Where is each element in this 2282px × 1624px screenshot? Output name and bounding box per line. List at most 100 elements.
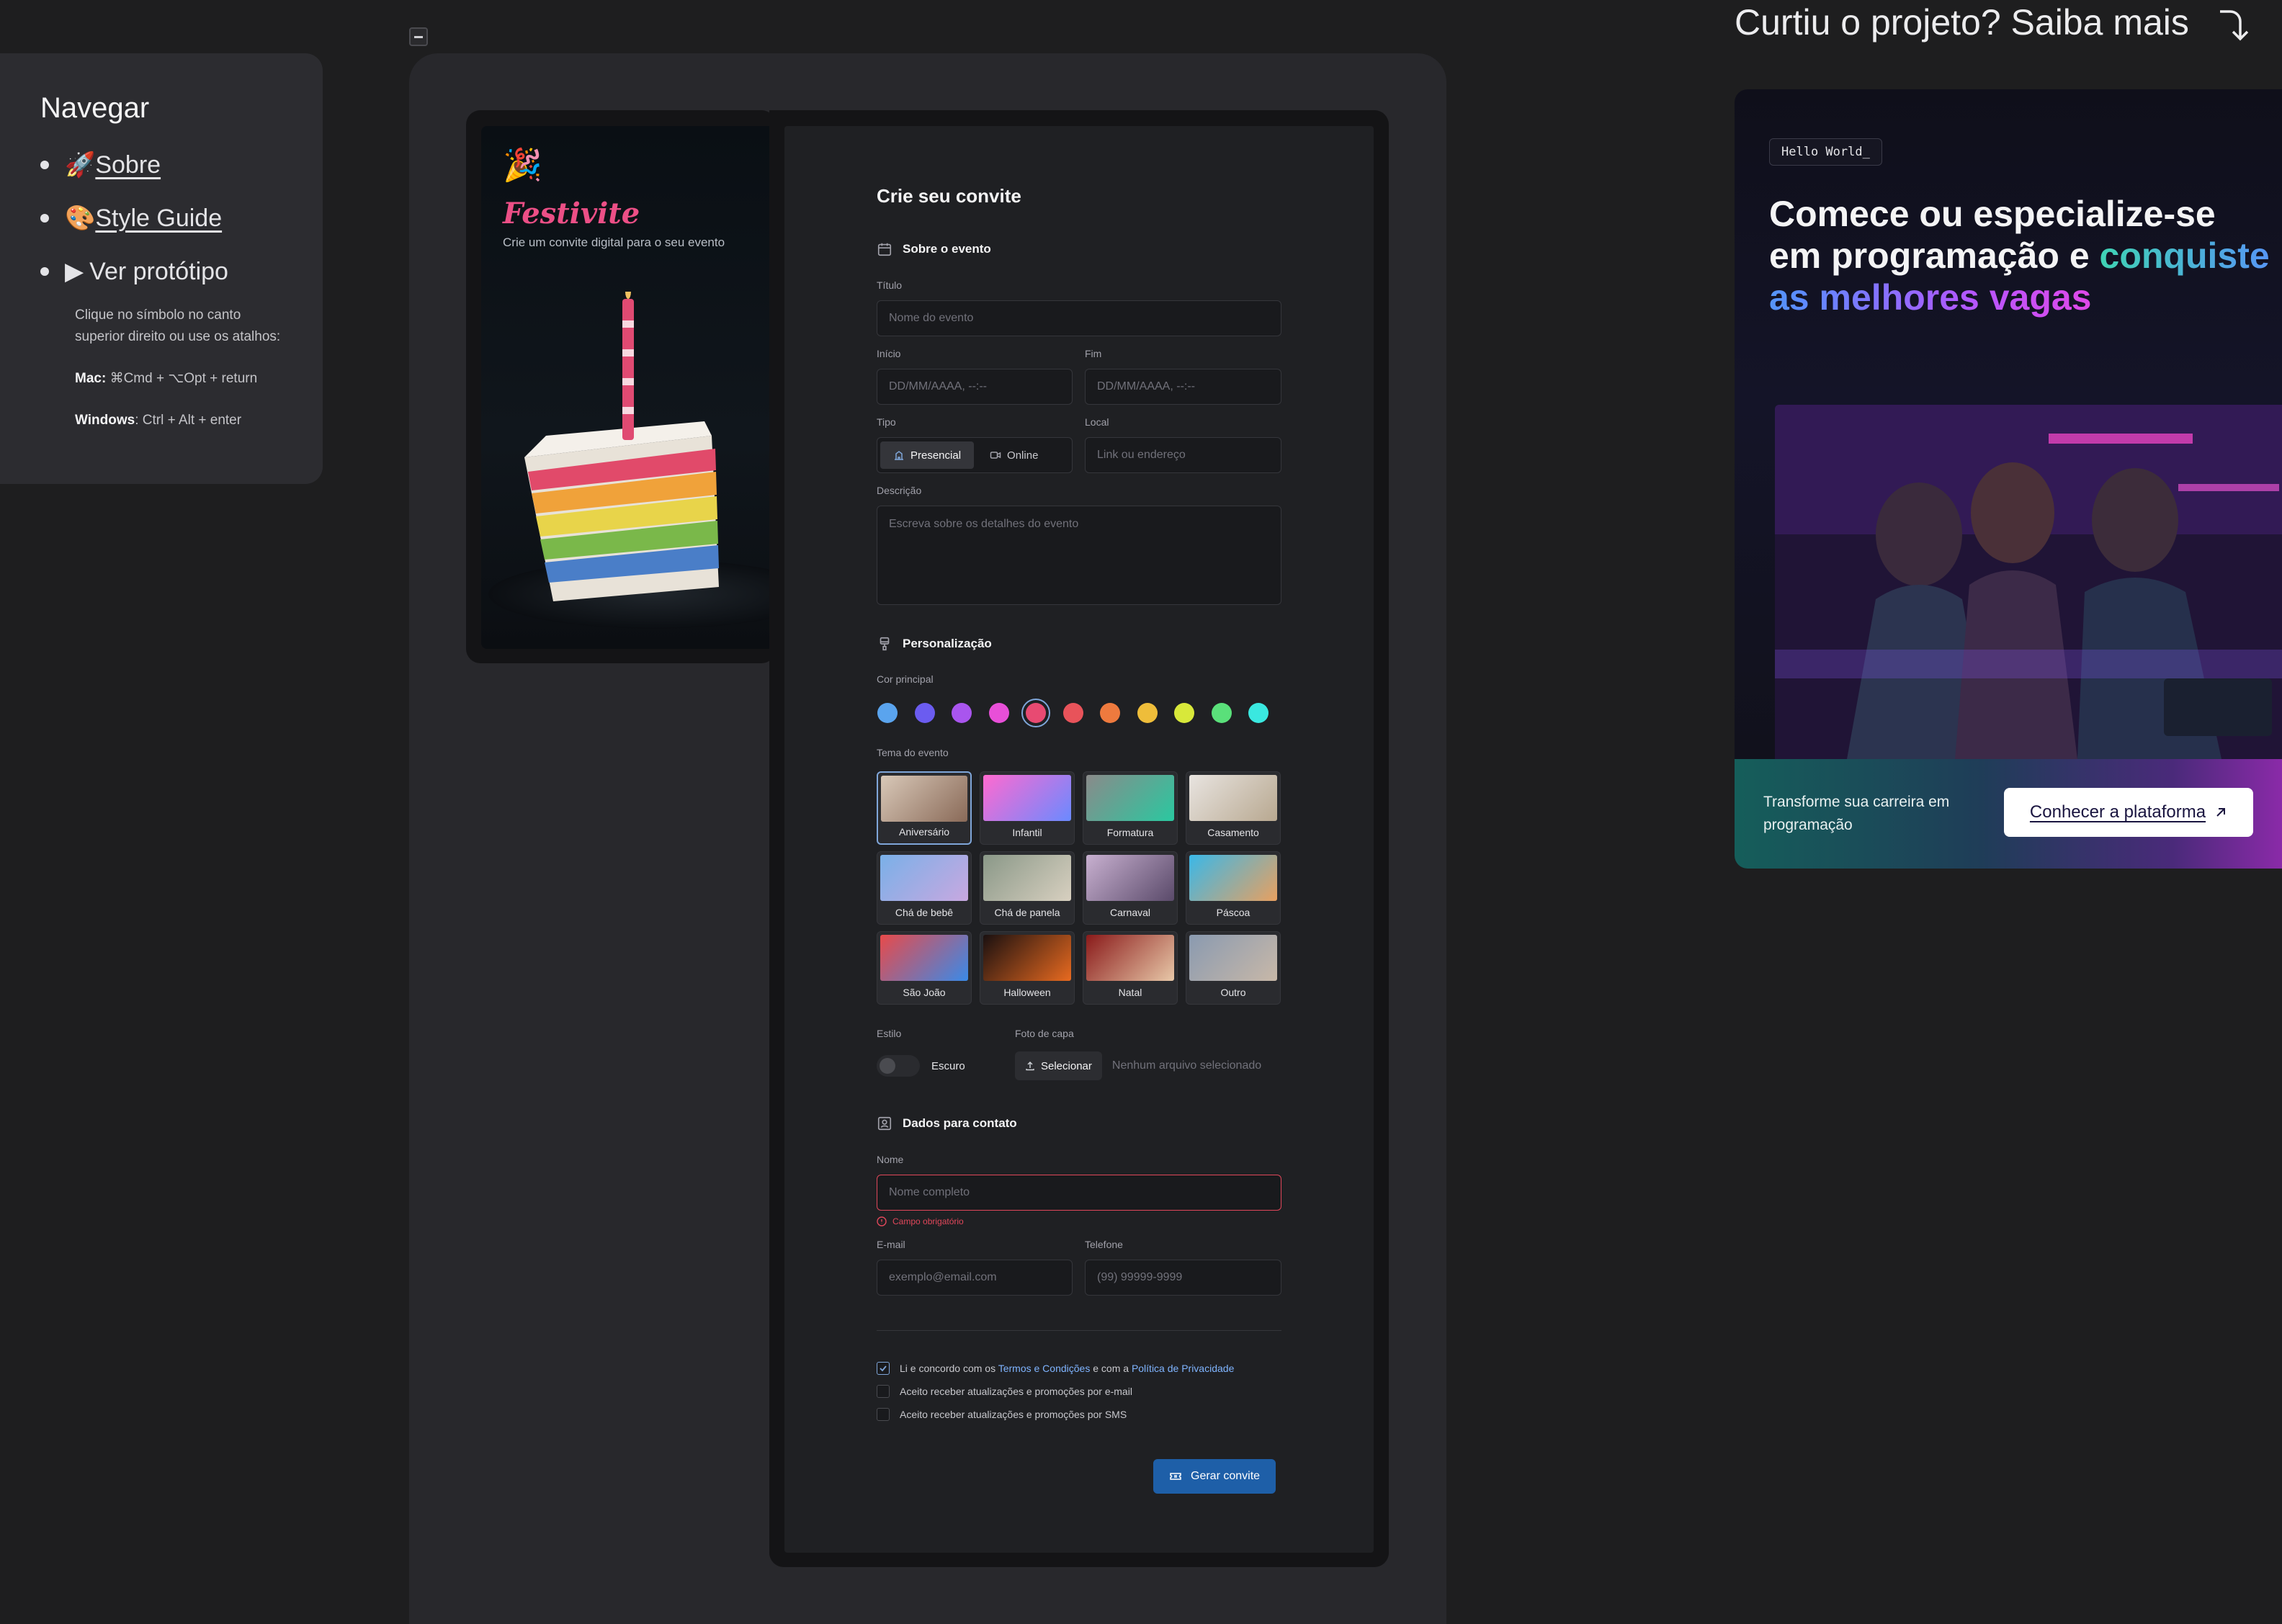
name-label: Nome: [877, 1154, 904, 1165]
privacy-link[interactable]: Política de Privacidade: [1132, 1363, 1234, 1374]
color-swatch[interactable]: [1096, 699, 1124, 727]
file-status: Nenhum arquivo selecionado: [1111, 1059, 1262, 1072]
nav-item-prototype[interactable]: ▶ Ver protótipo: [40, 257, 282, 286]
theme-name: Páscoa: [1216, 907, 1250, 918]
color-swatch[interactable]: [1170, 699, 1199, 727]
email-label: E-mail: [877, 1239, 905, 1250]
generate-invite-button[interactable]: Gerar convite: [1153, 1459, 1276, 1494]
color-swatch[interactable]: [985, 699, 1014, 727]
theme-option[interactable]: Outro: [1186, 931, 1281, 1005]
phone-input[interactable]: (99) 99999-9999: [1085, 1260, 1281, 1296]
color-label: Cor principal: [877, 673, 934, 685]
color-dot: [1248, 703, 1268, 723]
color-swatch[interactable]: [1021, 699, 1050, 727]
dark-mode-toggle[interactable]: [877, 1055, 920, 1077]
color-swatch[interactable]: [1244, 699, 1273, 727]
theme-option[interactable]: Carnaval: [1083, 851, 1178, 925]
brand-tagline: Crie um convite digital para o seu event…: [503, 235, 725, 249]
nav-link-style-guide[interactable]: Style Guide: [95, 205, 222, 233]
theme-option[interactable]: Aniversário: [877, 771, 972, 845]
title-input[interactable]: Nome do evento: [877, 300, 1281, 336]
sms-optin-checkbox[interactable]: [877, 1408, 890, 1421]
theme-option[interactable]: Chá de panela: [980, 851, 1075, 925]
color-swatch[interactable]: [1059, 699, 1088, 727]
terms-link[interactable]: Termos e Condições: [998, 1363, 1091, 1374]
theme-thumbnail: [1189, 935, 1277, 981]
color-swatch[interactable]: [947, 699, 976, 727]
description-label: Descrição: [877, 485, 922, 496]
color-swatch[interactable]: [1207, 699, 1236, 727]
promo-card[interactable]: Hello World_ Comece ou especialize-se em…: [1735, 89, 2282, 869]
start-date-input[interactable]: DD/MM/AAAA, --:--: [877, 369, 1073, 405]
color-dot: [877, 703, 898, 723]
color-swatch[interactable]: [873, 699, 902, 727]
color-swatch[interactable]: [1133, 699, 1162, 727]
theme-thumbnail: [881, 776, 967, 822]
style-label: Estilo: [877, 1028, 902, 1039]
nav-link-prototype[interactable]: Ver protótipo: [89, 258, 228, 286]
windows-shortcut: Windows: Ctrl + Alt + enter: [75, 413, 242, 428]
palette-icon: 🎨: [65, 205, 96, 232]
platform-cta-button[interactable]: Conhecer a plataforma: [2004, 788, 2253, 837]
section-custom-header: Personalização: [877, 636, 992, 652]
theme-name: Carnaval: [1109, 907, 1151, 918]
theme-option[interactable]: Páscoa: [1186, 851, 1281, 925]
theme-option[interactable]: Natal: [1083, 931, 1178, 1005]
theme-grid: Aniversário Infantil Formatura Casamento Chá…: [877, 771, 1281, 1009]
theme-option[interactable]: Formatura: [1083, 771, 1178, 845]
theme-option[interactable]: Casamento: [1186, 771, 1281, 845]
section-contact-header: Dados para contato: [877, 1116, 1017, 1131]
title-label: Título: [877, 279, 903, 291]
color-picker: [877, 699, 1281, 727]
color-dot: [1026, 703, 1046, 723]
select-file-button[interactable]: Selecionar: [1015, 1051, 1102, 1080]
end-date-input[interactable]: DD/MM/AAAA, --:--: [1085, 369, 1281, 405]
cover-upload-row: Selecionar Nenhum arquivo selecionado: [1015, 1051, 1261, 1080]
divider: [877, 1330, 1281, 1331]
theme-option[interactable]: Halloween: [980, 931, 1075, 1005]
email-input[interactable]: exemplo@email.com: [877, 1260, 1073, 1296]
email-optin-checkbox[interactable]: [877, 1385, 890, 1398]
theme-name: Chá de bebê: [895, 907, 954, 918]
promo-subtitle: Transforme sua carreira em programação: [1763, 794, 1950, 833]
type-option-online[interactable]: Online: [977, 441, 1051, 469]
theme-option[interactable]: Chá de bebê: [877, 851, 972, 925]
color-swatch[interactable]: [910, 699, 939, 727]
description-textarea[interactable]: Escreva sobre os detalhes do evento: [877, 506, 1281, 605]
nav-item-sobre[interactable]: 🚀 Sobre: [40, 151, 282, 179]
theme-name: Casamento: [1207, 827, 1259, 838]
type-option-presencial[interactable]: Presencial: [880, 441, 975, 469]
name-input[interactable]: Nome completo: [877, 1175, 1281, 1211]
arrow-down-right-icon: [2220, 10, 2249, 41]
theme-name: Natal: [1118, 987, 1142, 998]
sms-optin-row: Aceito receber atualizações e promoções …: [877, 1408, 1127, 1421]
color-dot: [1137, 703, 1158, 723]
collapse-icon[interactable]: [409, 27, 428, 46]
place-input[interactable]: Link ou endereço: [1085, 437, 1281, 473]
theme-option[interactable]: Infantil: [980, 771, 1075, 845]
email-optin-row: Aceito receber atualizações e promoções …: [877, 1385, 1132, 1398]
rocket-icon: 🚀: [65, 151, 96, 179]
building-icon: [895, 451, 903, 460]
cake-illustration: [488, 292, 769, 629]
theme-option[interactable]: São João: [877, 931, 972, 1005]
theme-thumbnail: [1086, 935, 1174, 981]
nav-link-sobre[interactable]: Sobre: [95, 151, 161, 179]
nav-item-style-guide[interactable]: 🎨 Style Guide: [40, 204, 282, 233]
theme-label: Tema do evento: [877, 747, 949, 758]
nav-title: Navegar: [40, 92, 150, 124]
phone-label: Telefone: [1085, 1239, 1123, 1250]
invite-preview-card: 🎉 Festivite Crie um convite digital para…: [481, 126, 769, 649]
type-label: Tipo: [877, 416, 896, 428]
calendar-icon: [877, 243, 892, 256]
theme-thumbnail: [1189, 855, 1277, 901]
theme-thumbnail: [880, 935, 968, 981]
theme-name: Chá de panela: [994, 907, 1060, 918]
theme-thumbnail: [1086, 775, 1174, 821]
terms-checkbox[interactable]: [877, 1362, 890, 1375]
cover-label: Foto de capa: [1015, 1028, 1074, 1039]
promo-heading: Curtiu o projeto? Saiba mais: [1735, 2, 2189, 42]
promo-footer: Transforme sua carreira em programação C…: [1735, 759, 2282, 869]
style-value: Escuro: [931, 1059, 965, 1072]
color-dot: [914, 703, 935, 723]
